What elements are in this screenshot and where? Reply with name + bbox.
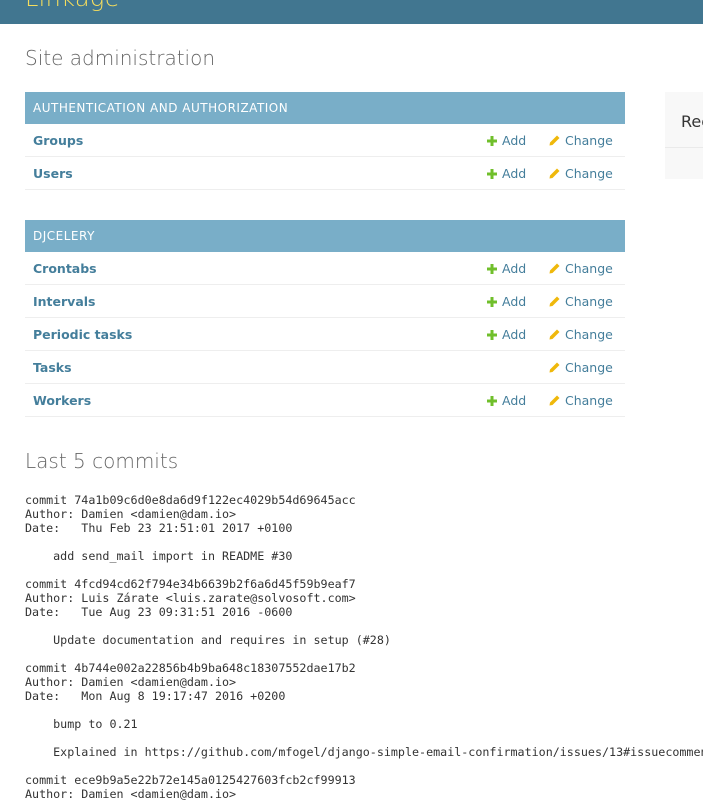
commit-log-line: Author: Damien <damien@dam.io>	[25, 787, 237, 801]
model-link-intervals[interactable]: Intervals	[33, 294, 95, 309]
site-header: Linkage	[0, 0, 703, 24]
add-label: Add	[502, 166, 527, 181]
commit-log-line: commit 4b744e002a22856b4b9ba648c18307552…	[25, 661, 356, 675]
change-button[interactable]: Change	[549, 360, 613, 375]
plus-icon	[487, 330, 497, 340]
plus-icon	[487, 169, 497, 179]
pencil-icon	[549, 135, 560, 146]
add-label: Add	[502, 294, 527, 309]
commit-log: commit 74a1b09c6d0e8da6d9f122ec4029b54d6…	[25, 493, 703, 801]
model-link-tasks[interactable]: Tasks	[33, 360, 72, 375]
add-button[interactable]: Add	[487, 261, 526, 276]
change-button[interactable]: Change	[549, 393, 613, 408]
plus-icon	[487, 396, 497, 406]
change-label: Change	[565, 294, 613, 309]
add-label: Add	[502, 327, 527, 342]
model-row-periodic-tasks: Periodic tasks Add Change	[25, 318, 625, 351]
commits-title: Last 5 commits	[25, 449, 179, 473]
model-link-periodic-tasks[interactable]: Periodic tasks	[33, 327, 132, 342]
model-row-workers: Workers Add Change	[25, 384, 625, 417]
add-button[interactable]: Add	[487, 133, 526, 148]
commit-log-line: Author: Damien <damien@dam.io>	[25, 507, 237, 521]
commit-log-line: commit 4fcd94cd62f794e34b6639b2f6a6d45f5…	[25, 577, 356, 591]
change-label: Change	[565, 327, 613, 342]
change-label: Change	[565, 166, 613, 181]
change-button[interactable]: Change	[549, 166, 613, 181]
change-button[interactable]: Change	[549, 261, 613, 276]
pencil-icon	[549, 263, 560, 274]
pencil-icon	[549, 395, 560, 406]
model-link-users[interactable]: Users	[33, 166, 73, 181]
commit-log-line: Author: Damien <damien@dam.io>	[25, 675, 237, 689]
app-module-djcelery: Djcelery Crontabs Add Change Intervals A…	[25, 220, 625, 417]
model-row-tasks: Tasks Change	[25, 351, 625, 384]
change-label: Change	[565, 360, 613, 375]
plus-icon	[487, 136, 497, 146]
commit-log-line: Author: Luis Zárate <luis.zarate@solvoso…	[25, 591, 356, 605]
model-link-workers[interactable]: Workers	[33, 393, 91, 408]
plus-icon	[487, 264, 497, 274]
commit-log-line: Date: Thu Feb 23 21:51:01 2017 +0100	[25, 521, 293, 535]
pencil-icon	[549, 329, 560, 340]
module-caption[interactable]: Djcelery	[25, 220, 625, 252]
commit-log-line: Update documentation and requires in set…	[25, 633, 391, 647]
commit-log-line: Date: Tue Aug 23 09:31:51 2016 -0600	[25, 605, 293, 619]
commit-log-line: commit ece9b9a5e22b72e145a0125427603fcb2…	[25, 773, 356, 787]
model-link-crontabs[interactable]: Crontabs	[33, 261, 97, 276]
pencil-icon	[549, 296, 560, 307]
plus-icon	[487, 297, 497, 307]
commit-log-line: Explained in https://github.com/mfogel/d…	[25, 745, 703, 759]
commit-log-line: Date: Mon Aug 8 19:17:47 2016 +0200	[25, 689, 286, 703]
add-label: Add	[502, 133, 527, 148]
add-button[interactable]: Add	[487, 327, 526, 342]
model-row-intervals: Intervals Add Change	[25, 285, 625, 318]
change-label: Change	[565, 133, 613, 148]
model-row-crontabs: Crontabs Add Change	[25, 252, 625, 285]
pencil-icon	[549, 168, 560, 179]
commit-log-line: commit 74a1b09c6d0e8da6d9f122ec4029b54d6…	[25, 493, 356, 507]
add-button[interactable]: Add	[487, 393, 526, 408]
divider	[665, 147, 703, 148]
change-label: Change	[565, 393, 613, 408]
model-row-users: Users Add Change	[25, 157, 625, 190]
model-row-groups: Groups Add Change	[25, 124, 625, 157]
add-button[interactable]: Add	[487, 294, 526, 309]
change-button[interactable]: Change	[549, 294, 613, 309]
add-button[interactable]: Add	[487, 166, 526, 181]
change-button[interactable]: Change	[549, 327, 613, 342]
commit-log-line: add send_mail import in README #30	[25, 549, 293, 563]
add-label: Add	[502, 393, 527, 408]
pencil-icon	[549, 362, 560, 373]
module-caption[interactable]: Authentication and Authorization	[25, 92, 625, 124]
page-title: Site administration	[25, 46, 216, 70]
app-module-auth: Authentication and Authorization Groups …	[25, 92, 625, 190]
recent-actions-panel: Recent actions	[665, 92, 703, 179]
model-link-groups[interactable]: Groups	[33, 133, 83, 148]
change-button[interactable]: Change	[549, 133, 613, 148]
recent-actions-title: Recent actions	[681, 112, 703, 131]
add-label: Add	[502, 261, 527, 276]
site-branding[interactable]: Linkage	[25, 0, 120, 12]
change-label: Change	[565, 261, 613, 276]
commit-log-line: bump to 0.21	[25, 717, 138, 731]
